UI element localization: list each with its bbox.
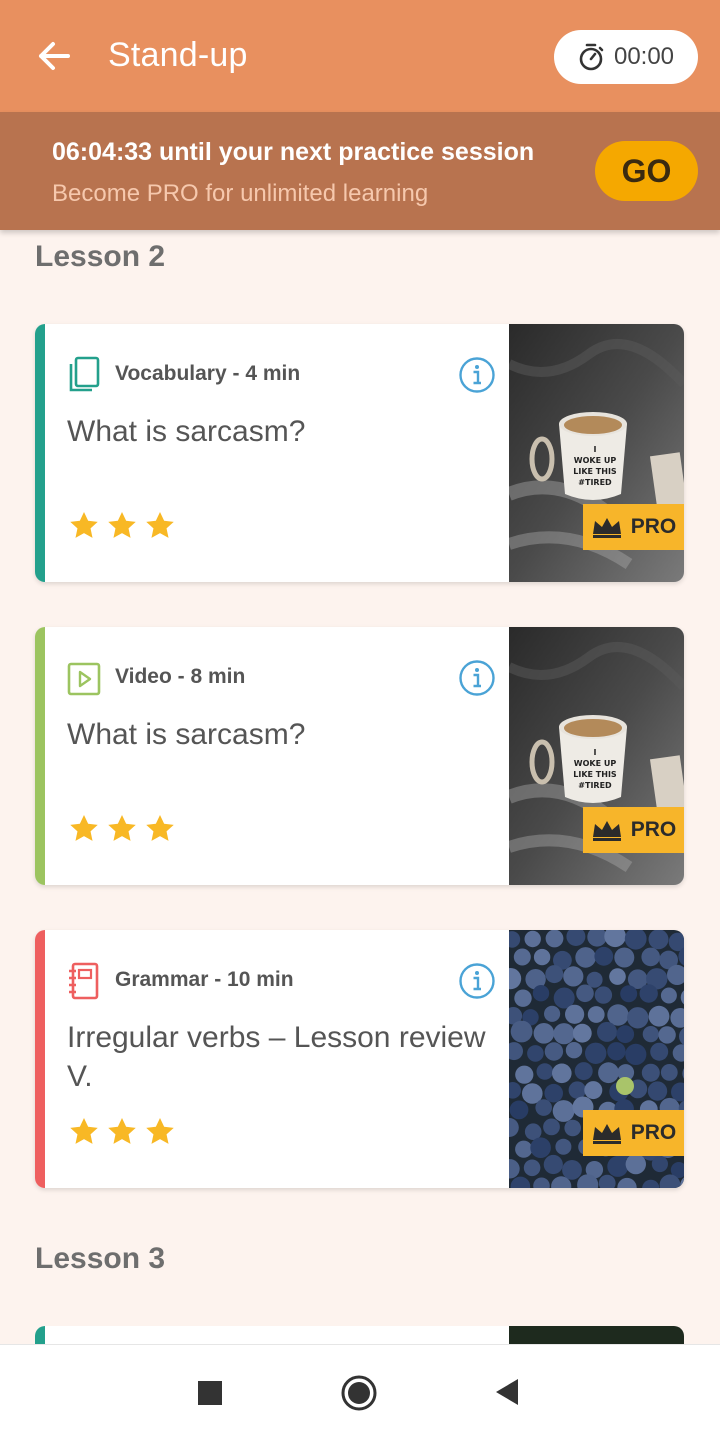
svg-text:LIKE THIS: LIKE THIS [573,770,617,779]
star-icon [146,512,174,538]
card-accent [35,324,45,582]
crown-icon [592,821,621,841]
card-thumbnail: I WOKE UP LIKE THIS #TIRED PRO [509,627,684,885]
video-play-icon [67,662,101,696]
pro-badge: PRO [583,1110,684,1156]
lesson-card-video[interactable]: Video - 8 min What is sarcasm? I WOKE UP… [35,627,684,885]
star-rating [67,813,177,845]
star-icon [146,815,174,841]
grammar-notebook-icon [69,962,99,1000]
star-icon [108,815,136,841]
lesson-heading: Lesson 3 [35,1242,166,1275]
system-nav-bar [0,1344,720,1440]
timer-button[interactable]: 00:00 [554,30,698,84]
svg-text:LIKE THIS: LIKE THIS [573,467,617,476]
stopwatch-icon [579,43,604,71]
arrow-back-icon [39,42,70,70]
star-rating [67,1116,177,1148]
card-thumbnail: PRO [509,930,684,1188]
star-rating [67,510,177,542]
card-meta: Grammar - 10 min [115,968,294,991]
svg-text:#TIRED: #TIRED [578,781,612,790]
svg-text:I: I [594,445,597,454]
pro-badge: PRO [583,504,684,550]
card-title: What is sarcasm? [67,415,306,448]
timer-value: 00:00 [613,43,675,70]
star-icon [70,815,98,841]
star-icon [146,1118,174,1144]
star-icon [108,512,136,538]
pro-label: PRO [630,818,677,841]
info-icon[interactable] [458,356,496,394]
card-accent [35,627,45,885]
lesson-card-grammar[interactable]: Grammar - 10 min Irregular verbs – Lesso… [35,930,684,1188]
go-button[interactable]: GO [595,141,698,201]
lesson-card-vocabulary[interactable]: Vocabulary - 4 min What is sarcasm? IWOK… [35,324,684,582]
pro-badge: PRO [583,807,684,853]
pro-label: PRO [630,1121,677,1144]
card-title: What is sarcasm? [67,718,306,751]
card-thumbnail: I WOKE UP LIKE THIS #TIRED PRO [509,324,684,582]
vocabulary-cards-icon [69,356,100,392]
countdown-text: 06:04:33 until your next practice sessio… [52,138,535,166]
crown-icon [592,1124,621,1144]
star-icon [108,1118,136,1144]
page-title: Stand-up [108,36,248,74]
lesson-heading: Lesson 2 [35,240,166,273]
star-icon [70,1118,98,1144]
svg-text:#TIRED: #TIRED [578,478,612,487]
card-meta: Video - 8 min [115,665,246,688]
star-icon [70,512,98,538]
svg-text:WOKE UP: WOKE UP [574,759,617,768]
card-title: Irregular verbs – Lesson review V. [67,1021,486,1093]
svg-text:WOKE UP: WOKE UP [574,456,617,465]
app-bar: Stand-up 00:00 [0,0,720,112]
info-icon[interactable] [458,962,496,1000]
recents-button[interactable] [198,1381,222,1405]
card-accent [35,930,45,1188]
card-meta: Vocabulary - 4 min [115,362,301,385]
back-nav-button[interactable] [494,1377,520,1407]
practice-banner: 06:04:33 until your next practice sessio… [0,112,720,230]
pro-promo-text: Become PRO for unlimited learning [52,180,429,207]
back-button[interactable] [30,34,78,78]
pro-label: PRO [630,515,677,538]
svg-text:I: I [594,748,597,757]
home-button[interactable] [340,1374,378,1412]
crown-icon [592,518,621,538]
info-icon[interactable] [458,659,496,697]
